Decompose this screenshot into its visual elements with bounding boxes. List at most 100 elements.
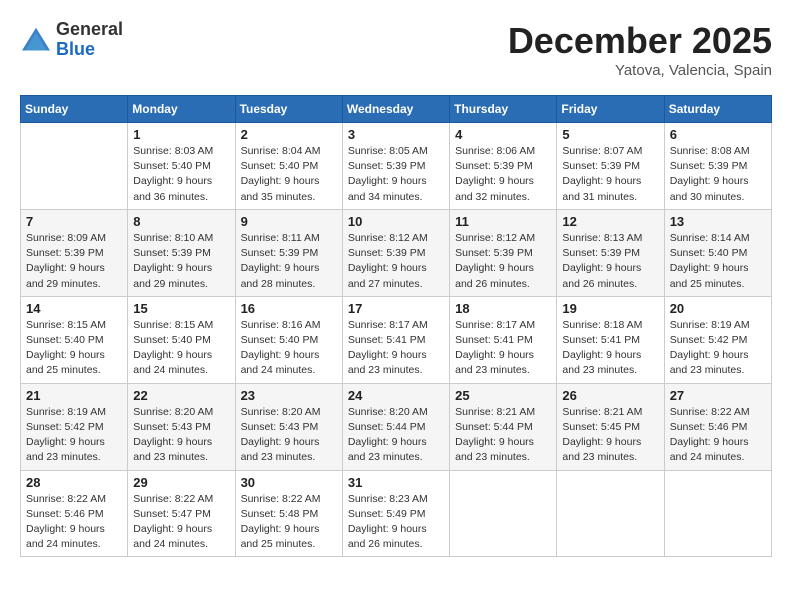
calendar-cell: 27Sunrise: 8:22 AMSunset: 5:46 PMDayligh… <box>664 383 771 470</box>
calendar-cell: 21 Sunrise: 8:19 AMSunset: 5:42 PMDayligh… <box>21 383 128 470</box>
cell-info: Sunrise: 8:07 AMSunset: 5:39 PMDaylight:… <box>562 144 658 205</box>
cell-info: Sunrise: 8:15 AMSunset: 5:40 PMDaylight:… <box>26 318 122 379</box>
day-number: 2 <box>241 127 337 142</box>
day-number: 6 <box>670 127 766 142</box>
day-number: 9 <box>241 214 337 229</box>
calendar-cell: 26 Sunrise: 8:21 AMSunset: 5:45 PMDayligh… <box>557 383 664 470</box>
calendar-cell: 7 Sunrise: 8:09 AMSunset: 5:39 PMDaylight… <box>21 209 128 296</box>
weekday-header: Monday <box>128 96 235 123</box>
day-number: 23 <box>241 388 337 403</box>
day-number: 22 <box>133 388 229 403</box>
cell-info: Sunrise: 8:21 AMSunset: 5:45 PMDaylight:… <box>562 405 658 466</box>
day-number: 18 <box>455 301 551 316</box>
page-header: General Blue December 2025 Yatova, Valen… <box>20 20 772 79</box>
cell-info: Sunrise: 8:10 AMSunset: 5:39 PMDaylight:… <box>133 231 229 292</box>
calendar-cell: 19 Sunrise: 8:18 AMSunset: 5:41 PMDayligh… <box>557 296 664 383</box>
cell-info: Sunrise: 8:12 AMSunset: 5:39 PMDaylight:… <box>348 231 444 292</box>
cell-info: Sunrise: 8:16 AMSunset: 5:40 PMDaylight:… <box>241 318 337 379</box>
calendar-cell: 31 Sunrise: 8:23 AMSunset: 5:49 PMDayligh… <box>342 470 449 557</box>
cell-info: Sunrise: 8:20 AMSunset: 5:43 PMDaylight:… <box>133 405 229 466</box>
day-number: 14 <box>26 301 122 316</box>
calendar-cell: 10 Sunrise: 8:12 AMSunset: 5:39 PMDayligh… <box>342 209 449 296</box>
title-block: December 2025 Yatova, Valencia, Spain <box>508 20 772 79</box>
calendar-cell: 9 Sunrise: 8:11 AMSunset: 5:39 PMDaylight… <box>235 209 342 296</box>
cell-info: Sunrise: 8:22 AMSunset: 5:48 PMDaylight:… <box>241 492 337 553</box>
calendar-cell: 24Sunrise: 8:20 AMSunset: 5:44 PMDayligh… <box>342 383 449 470</box>
calendar-cell: 28Sunrise: 8:22 AMSunset: 5:46 PMDayligh… <box>21 470 128 557</box>
day-number: 1 <box>133 127 229 142</box>
calendar-cell: 14 Sunrise: 8:15 AMSunset: 5:40 PMDayligh… <box>21 296 128 383</box>
day-number: 30 <box>241 475 337 490</box>
calendar-cell: 17 Sunrise: 8:17 AMSunset: 5:41 PMDayligh… <box>342 296 449 383</box>
logo: General Blue <box>20 20 123 60</box>
cell-info: Sunrise: 8:20 AMSunset: 5:44 PMDaylight:… <box>348 405 444 466</box>
cell-info: Sunrise: 8:19 AMSunset: 5:42 PMDaylight:… <box>670 318 766 379</box>
calendar-cell: 8 Sunrise: 8:10 AMSunset: 5:39 PMDaylight… <box>128 209 235 296</box>
cell-info: Sunrise: 8:20 AMSunset: 5:43 PMDaylight:… <box>241 405 337 466</box>
calendar-cell: 23 Sunrise: 8:20 AMSunset: 5:43 PMDayligh… <box>235 383 342 470</box>
cell-info: Sunrise: 8:17 AMSunset: 5:41 PMDaylight:… <box>455 318 551 379</box>
day-number: 17 <box>348 301 444 316</box>
calendar-week-row: 28Sunrise: 8:22 AMSunset: 5:46 PMDayligh… <box>21 470 772 557</box>
cell-info: Sunrise: 8:13 AMSunset: 5:39 PMDaylight:… <box>562 231 658 292</box>
cell-info: Sunrise: 8:03 AMSunset: 5:40 PMDaylight:… <box>133 144 229 205</box>
calendar-cell: 22 Sunrise: 8:20 AMSunset: 5:43 PMDayligh… <box>128 383 235 470</box>
calendar-week-row: 21 Sunrise: 8:19 AMSunset: 5:42 PMDayligh… <box>21 383 772 470</box>
weekday-header: Sunday <box>21 96 128 123</box>
day-number: 21 <box>26 388 122 403</box>
day-number: 3 <box>348 127 444 142</box>
day-number: 8 <box>133 214 229 229</box>
cell-info: Sunrise: 8:18 AMSunset: 5:41 PMDaylight:… <box>562 318 658 379</box>
day-number: 31 <box>348 475 444 490</box>
cell-info: Sunrise: 8:22 AMSunset: 5:47 PMDaylight:… <box>133 492 229 553</box>
cell-info: Sunrise: 8:04 AMSunset: 5:40 PMDaylight:… <box>241 144 337 205</box>
day-number: 26 <box>562 388 658 403</box>
cell-info: Sunrise: 8:22 AMSunset: 5:46 PMDaylight:… <box>670 405 766 466</box>
day-number: 29 <box>133 475 229 490</box>
calendar-cell: 1 Sunrise: 8:03 AMSunset: 5:40 PMDaylight… <box>128 123 235 210</box>
day-number: 7 <box>26 214 122 229</box>
day-number: 25 <box>455 388 551 403</box>
cell-info: Sunrise: 8:15 AMSunset: 5:40 PMDaylight:… <box>133 318 229 379</box>
day-number: 10 <box>348 214 444 229</box>
month-title: December 2025 <box>508 20 772 62</box>
calendar-cell: 18 Sunrise: 8:17 AMSunset: 5:41 PMDayligh… <box>450 296 557 383</box>
day-number: 15 <box>133 301 229 316</box>
day-number: 5 <box>562 127 658 142</box>
weekday-header: Thursday <box>450 96 557 123</box>
day-number: 20 <box>670 301 766 316</box>
calendar-cell: 13Sunrise: 8:14 AMSunset: 5:40 PMDayligh… <box>664 209 771 296</box>
cell-info: Sunrise: 8:17 AMSunset: 5:41 PMDaylight:… <box>348 318 444 379</box>
calendar-cell: 25 Sunrise: 8:21 AMSunset: 5:44 PMDayligh… <box>450 383 557 470</box>
calendar-cell <box>664 470 771 557</box>
cell-info: Sunrise: 8:11 AMSunset: 5:39 PMDaylight:… <box>241 231 337 292</box>
calendar-cell: 15 Sunrise: 8:15 AMSunset: 5:40 PMDayligh… <box>128 296 235 383</box>
cell-info: Sunrise: 8:19 AMSunset: 5:42 PMDaylight:… <box>26 405 122 466</box>
cell-info: Sunrise: 8:21 AMSunset: 5:44 PMDaylight:… <box>455 405 551 466</box>
calendar-cell <box>450 470 557 557</box>
calendar-cell: 30 Sunrise: 8:22 AMSunset: 5:48 PMDayligh… <box>235 470 342 557</box>
cell-info: Sunrise: 8:12 AMSunset: 5:39 PMDaylight:… <box>455 231 551 292</box>
cell-info: Sunrise: 8:09 AMSunset: 5:39 PMDaylight:… <box>26 231 122 292</box>
calendar-table: SundayMondayTuesdayWednesdayThursdayFrid… <box>20 95 772 557</box>
logo-general-text: General <box>56 20 123 40</box>
cell-info: Sunrise: 8:05 AMSunset: 5:39 PMDaylight:… <box>348 144 444 205</box>
calendar-cell: 12Sunrise: 8:13 AMSunset: 5:39 PMDayligh… <box>557 209 664 296</box>
cell-info: Sunrise: 8:06 AMSunset: 5:39 PMDaylight:… <box>455 144 551 205</box>
cell-info: Sunrise: 8:23 AMSunset: 5:49 PMDaylight:… <box>348 492 444 553</box>
calendar-cell <box>21 123 128 210</box>
calendar-week-row: 7 Sunrise: 8:09 AMSunset: 5:39 PMDaylight… <box>21 209 772 296</box>
calendar-header-row: SundayMondayTuesdayWednesdayThursdayFrid… <box>21 96 772 123</box>
calendar-cell: 11 Sunrise: 8:12 AMSunset: 5:39 PMDayligh… <box>450 209 557 296</box>
day-number: 4 <box>455 127 551 142</box>
calendar-week-row: 1 Sunrise: 8:03 AMSunset: 5:40 PMDaylight… <box>21 123 772 210</box>
day-number: 16 <box>241 301 337 316</box>
calendar-week-row: 14 Sunrise: 8:15 AMSunset: 5:40 PMDayligh… <box>21 296 772 383</box>
day-number: 19 <box>562 301 658 316</box>
weekday-header: Friday <box>557 96 664 123</box>
cell-info: Sunrise: 8:14 AMSunset: 5:40 PMDaylight:… <box>670 231 766 292</box>
day-number: 11 <box>455 214 551 229</box>
location-subtitle: Yatova, Valencia, Spain <box>508 62 772 79</box>
calendar-cell <box>557 470 664 557</box>
calendar-cell: 5 Sunrise: 8:07 AMSunset: 5:39 PMDaylight… <box>557 123 664 210</box>
